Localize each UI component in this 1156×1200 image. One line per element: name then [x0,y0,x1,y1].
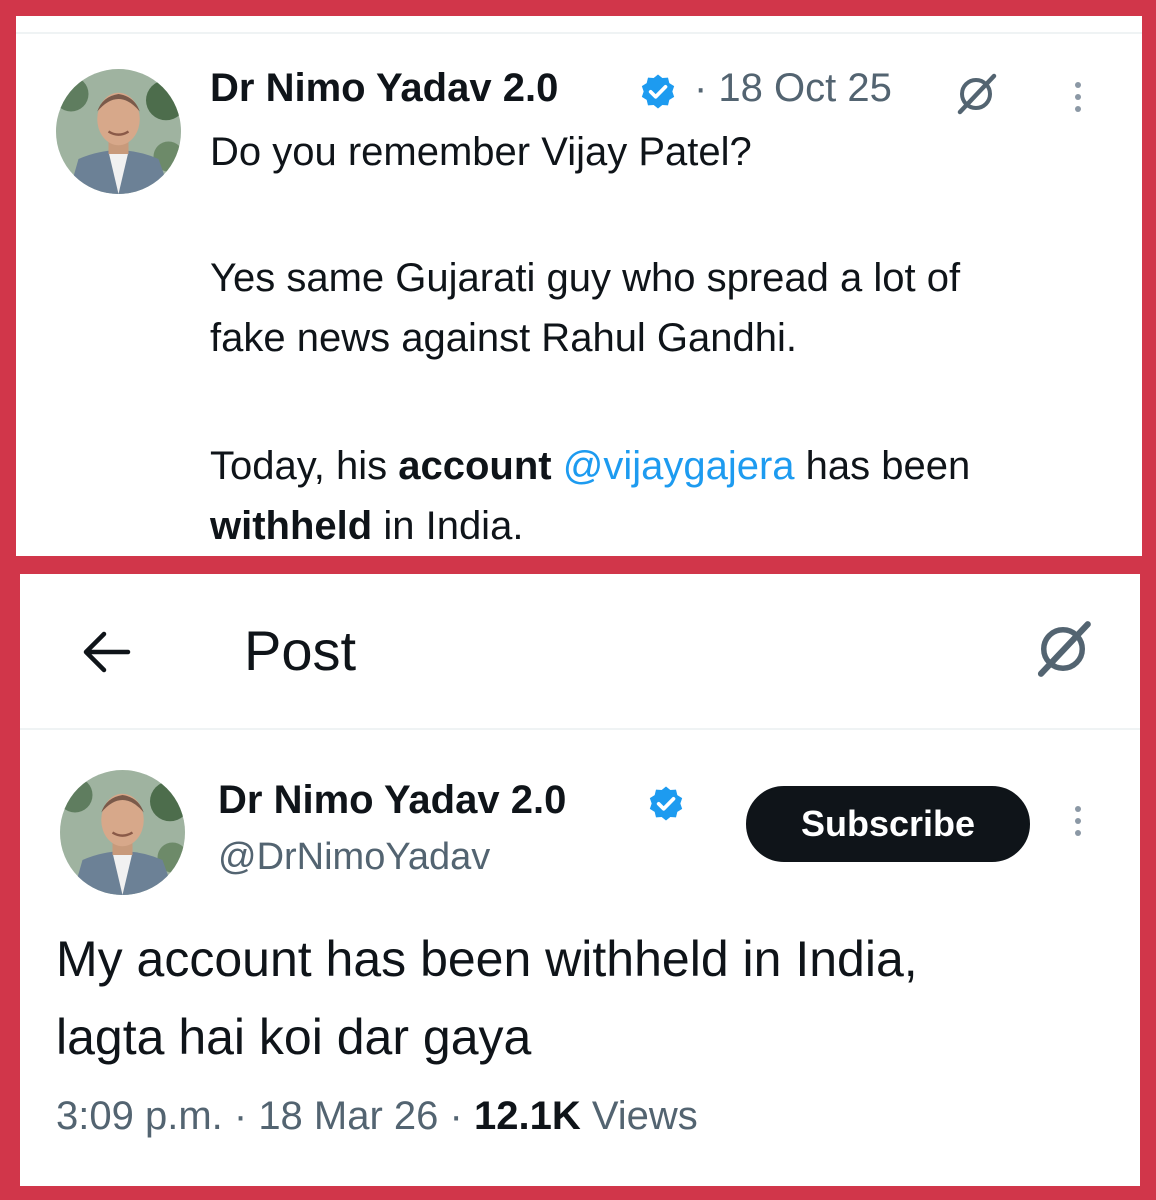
tweet-line-5: withheld in India. [210,504,523,549]
line5-text: in India. [372,504,524,548]
tweet-line-1: Do you remember Vijay Patel? [210,130,752,174]
author-name[interactable]: Dr Nimo Yadav 2.0 [218,778,566,823]
top-tweet-panel: Dr Nimo Yadav 2.0 · 18 Oct 25 Do you rem… [16,16,1142,556]
post-body-line-1: My account has been withheld in India, [56,931,918,987]
tweet-date[interactable]: · 18 Oct 25 [694,66,892,111]
post-body-line-2: lagta hai koi dar gaya [56,1009,532,1065]
back-arrow-icon[interactable] [74,622,138,682]
line4-space [552,444,563,488]
tweet-line-3: fake news against Rahul Gandhi. [210,316,798,360]
avatar[interactable] [60,770,185,895]
meta-separator: · [438,1094,474,1138]
verified-badge-icon [639,72,677,111]
page-title: Post [244,619,357,682]
author-name[interactable]: Dr Nimo Yadav 2.0 [210,66,558,111]
grok-icon[interactable] [1028,614,1098,684]
avatar[interactable] [56,69,181,194]
post-date[interactable]: 18 Mar 26 [258,1094,438,1138]
post-view-panel: Post Dr Nimo Yadav 2.0 @DrNimoYadav Subs… [20,574,1140,1186]
line4-text-a: Today, his [210,444,399,488]
header-divider [20,728,1140,730]
meta-separator: · [222,1094,259,1138]
more-vertical-icon[interactable] [1056,796,1100,846]
line4-text-b: has been [794,444,971,488]
top-divider [16,32,1142,34]
subscribe-button[interactable]: Subscribe [746,786,1030,862]
verified-badge-icon [647,784,685,823]
post-meta: 3:09 p.m. · 18 Mar 26 · 12.1K Views [56,1094,698,1139]
post-time[interactable]: 3:09 p.m. [56,1094,223,1138]
tweet-line-2: Yes same Gujarati guy who spread a lot o… [210,256,961,300]
grok-icon[interactable] [950,68,1002,120]
author-handle[interactable]: @DrNimoYadav [218,836,490,879]
mention-link[interactable]: @vijaygajera [563,444,795,488]
tweet-line-4: Today, his account @vijaygajera has been [210,444,970,489]
line5-bold: withheld [210,504,373,548]
line4-bold: account [398,444,552,488]
more-vertical-icon[interactable] [1056,72,1100,122]
views-count: 12.1K [473,1094,581,1138]
views-label: Views [580,1094,698,1138]
